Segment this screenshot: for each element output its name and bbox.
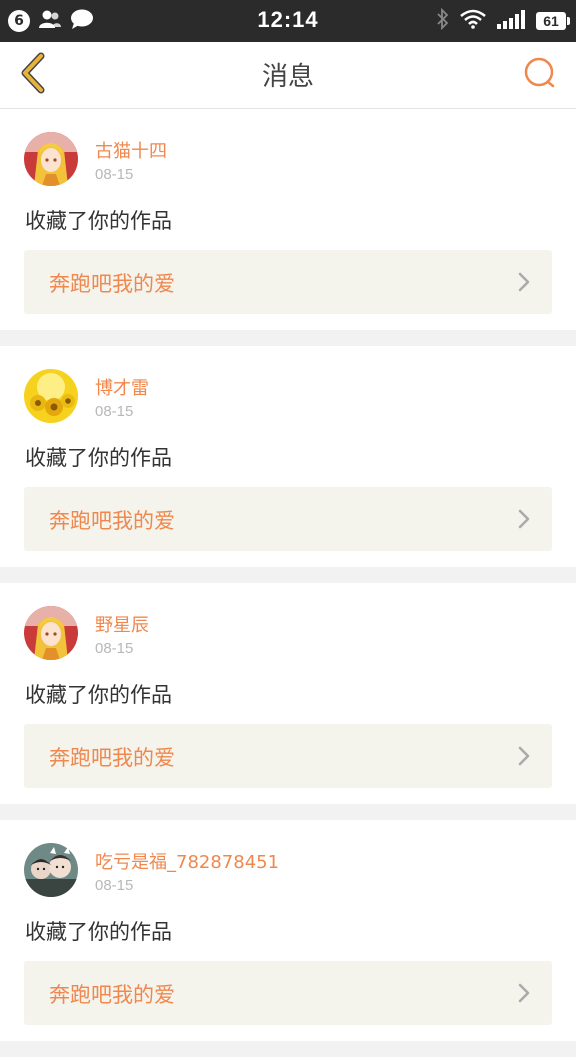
message-date: 08-15 — [95, 166, 134, 183]
avatar[interactable] — [24, 843, 78, 897]
work-title: 奔跑吧我的爱 — [49, 272, 175, 296]
status-right: 61 — [436, 7, 570, 34]
username[interactable]: 博才雷 — [95, 374, 149, 400]
work-link[interactable]: 奔跑吧我的爱 — [24, 250, 552, 314]
signal-icon — [496, 9, 526, 33]
message-card: 博才雷 08-15 收藏了你的作品 奔跑吧我的爱 — [0, 346, 576, 567]
message-card: 野星辰 08-15 收藏了你的作品 奔跑吧我的爱 — [0, 583, 576, 804]
status-bar: 6 12:14 61 — [0, 0, 576, 42]
action-text: 收藏了你的作品 — [25, 920, 172, 944]
message-date: 08-15 — [95, 877, 134, 894]
message-card: 吃亏是福_782878451 08-15 收藏了你的作品 奔跑吧我的爱 — [0, 820, 576, 1041]
avatar[interactable] — [24, 606, 78, 660]
message-date: 08-15 — [95, 403, 134, 420]
work-link[interactable]: 奔跑吧我的爱 — [24, 487, 552, 551]
anime-girl-avatar-icon — [24, 606, 78, 660]
message-list: 古猫十四 08-15 收藏了你的作品 奔跑吧我的爱 博才雷 08-15 收藏了你… — [0, 109, 576, 1057]
search-icon — [523, 56, 557, 94]
action-text: 收藏了你的作品 — [25, 209, 172, 233]
username[interactable]: 古猫十四 — [95, 137, 167, 163]
battery-indicator: 61 — [536, 12, 570, 30]
work-title: 奔跑吧我的爱 — [49, 509, 175, 533]
message-card: 古猫十四 08-15 收藏了你的作品 奔跑吧我的爱 — [0, 109, 576, 330]
anime-girl-avatar-icon — [24, 132, 78, 186]
page-title: 消息 — [261, 62, 314, 92]
action-text: 收藏了你的作品 — [25, 683, 172, 707]
username[interactable]: 野星辰 — [95, 611, 149, 637]
search-button[interactable] — [518, 52, 562, 98]
chevron-right-icon — [518, 509, 530, 533]
chevron-right-icon — [518, 983, 530, 1007]
chevron-right-icon — [518, 746, 530, 770]
avatar[interactable] — [24, 369, 78, 423]
wifi-icon — [460, 9, 486, 33]
action-text: 收藏了你的作品 — [25, 446, 172, 470]
work-title: 奔跑吧我的爱 — [49, 746, 175, 770]
work-title: 奔跑吧我的爱 — [49, 983, 175, 1007]
work-link[interactable]: 奔跑吧我的爱 — [24, 724, 552, 788]
message-date: 08-15 — [95, 640, 134, 657]
kids-photo-avatar-icon — [24, 843, 78, 897]
avatar[interactable] — [24, 132, 78, 186]
nav-bar: 消息 — [0, 42, 576, 109]
username[interactable]: 吃亏是福_782878451 — [95, 848, 279, 874]
bluetooth-icon — [436, 7, 450, 34]
work-link[interactable]: 奔跑吧我的爱 — [24, 961, 552, 1025]
sunflower-avatar-icon — [24, 369, 78, 423]
chevron-right-icon — [518, 272, 530, 296]
